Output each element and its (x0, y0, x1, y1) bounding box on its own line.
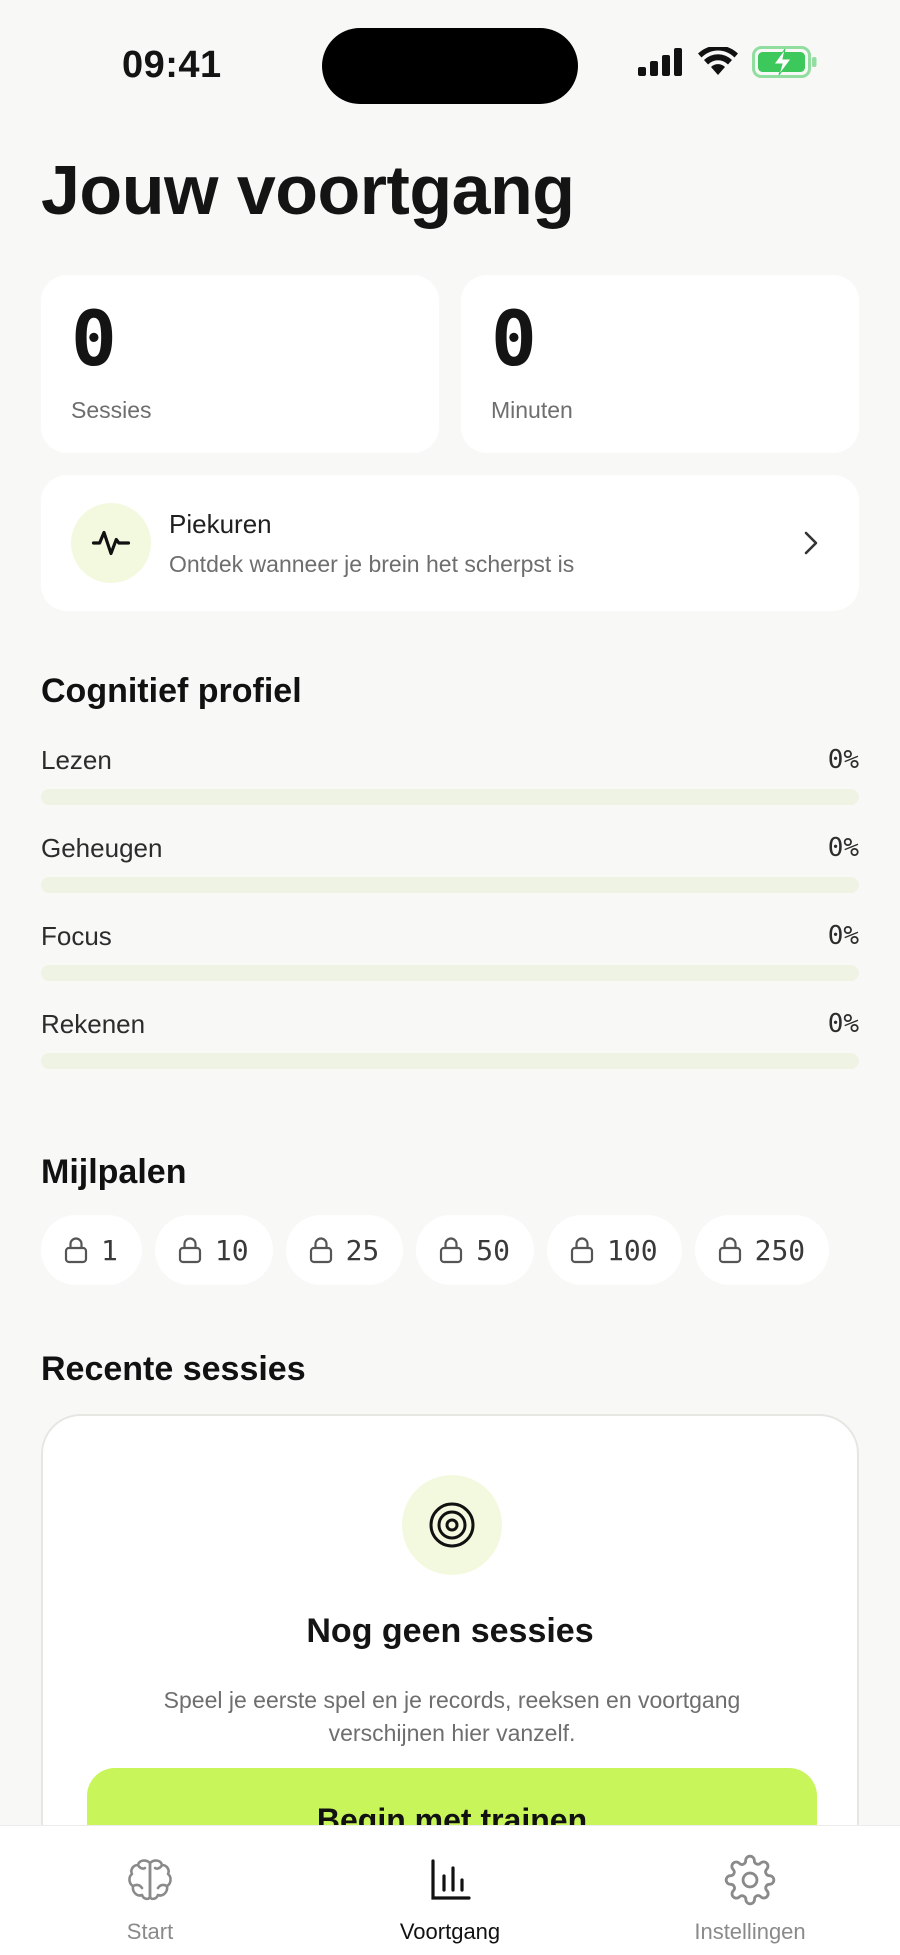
profile-percent: 0% (827, 921, 859, 951)
milestones-section-title: Mijlpalen (41, 1153, 187, 1191)
cellular-signal-icon (638, 48, 682, 76)
tab-start[interactable]: Start (0, 1826, 300, 1955)
profile-row-rekenen: Rekenen 0% (41, 1009, 859, 1079)
wifi-icon (698, 47, 738, 75)
target-icon (429, 1502, 475, 1548)
brain-icon (128, 1859, 172, 1901)
lock-icon (64, 1237, 88, 1264)
milestone-value: 250 (754, 1233, 806, 1267)
minutes-count: 0 (491, 294, 537, 383)
lock-icon (440, 1237, 463, 1264)
profile-name: Rekenen (41, 1009, 146, 1039)
tab-voortgang[interactable]: Voortgang (300, 1826, 600, 1955)
dynamic-island (322, 28, 578, 104)
milestone-25[interactable]: 25 (285, 1215, 404, 1285)
lock-icon (570, 1237, 594, 1264)
profile-row-geheugen: Geheugen 0% (41, 833, 859, 903)
progress-track (41, 1053, 859, 1069)
bar-chart-icon (431, 1859, 471, 1900)
progress-track (41, 965, 859, 981)
milestone-1[interactable]: 1 (41, 1215, 142, 1285)
milestone-value: 100 (607, 1233, 658, 1267)
peak-hours-title: Piekuren (169, 509, 272, 539)
progress-track (41, 789, 859, 805)
target-icon-badge (402, 1475, 502, 1575)
milestones-list: 1 10 25 50 100 250 (41, 1215, 830, 1285)
peak-hours-card[interactable]: Piekuren Ontdek wanneer je brein het sch… (41, 475, 859, 611)
lock-icon (309, 1237, 332, 1264)
milestone-value: 25 (345, 1233, 380, 1267)
profile-section-title: Cognitief profiel (41, 672, 302, 710)
minutes-label: Minuten (491, 397, 573, 423)
peak-hours-subtitle: Ontdek wanneer je brein het scherpst is (169, 551, 575, 577)
milestone-value: 1 (101, 1233, 118, 1267)
tab-label: Start (126, 1919, 174, 1944)
battery-charging-icon (752, 46, 817, 78)
milestone-50[interactable]: 50 (416, 1215, 535, 1285)
profile-name: Focus (41, 921, 112, 951)
profile-name: Geheugen (41, 833, 163, 863)
tab-instellingen[interactable]: Instellingen (600, 1826, 900, 1955)
sessions-stat-card: 0 Sessies (41, 275, 439, 453)
chevron-right-icon (804, 531, 818, 555)
profile-row-focus: Focus 0% (41, 921, 859, 991)
profile-name: Lezen (41, 745, 112, 775)
milestone-value: 10 (214, 1233, 249, 1267)
gear-icon (724, 1854, 776, 1906)
milestone-value: 50 (476, 1233, 511, 1267)
lock-icon (178, 1237, 201, 1264)
tab-bar: Start Voortgang Instellingen (0, 1825, 900, 1955)
recent-section-title: Recente sessies (41, 1350, 306, 1388)
lock-icon (718, 1237, 741, 1264)
progress-track (41, 877, 859, 893)
profile-percent: 0% (827, 833, 859, 863)
tab-label: Voortgang (399, 1919, 501, 1944)
empty-state-title: Nog geen sessies (306, 1612, 594, 1650)
status-icons (636, 46, 818, 78)
milestone-250[interactable]: 250 (694, 1215, 830, 1285)
page-title: Jouw voortgang (41, 151, 575, 229)
profile-percent: 0% (827, 745, 859, 775)
minutes-stat-card: 0 Minuten (461, 275, 859, 453)
status-bar: 09:41 (0, 0, 900, 120)
activity-icon (91, 530, 131, 556)
milestone-10[interactable]: 10 (154, 1215, 273, 1285)
profile-row-lezen: Lezen 0% (41, 745, 859, 815)
milestone-100[interactable]: 100 (547, 1215, 682, 1285)
empty-state-text: Speel je eerste spel en je records, reek… (163, 1687, 741, 1746)
sessions-count: 0 (71, 294, 117, 383)
status-time: 09:41 (122, 44, 222, 86)
profile-percent: 0% (827, 1009, 859, 1039)
sessions-label: Sessies (71, 397, 152, 423)
peak-icon-badge (71, 503, 151, 583)
tab-label: Instellingen (694, 1919, 806, 1944)
